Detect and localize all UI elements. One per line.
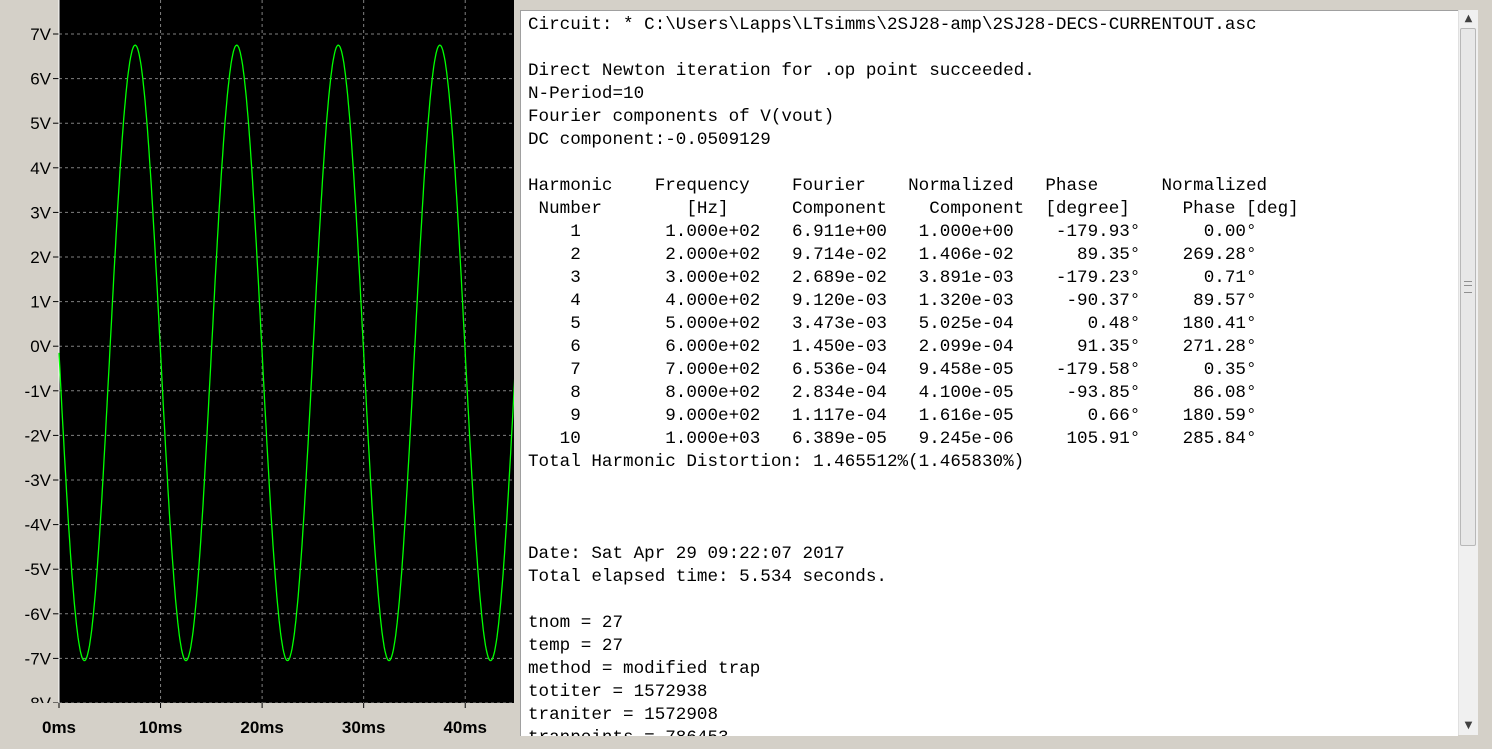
vertical-scrollbar[interactable]: ▲ ▼: [1458, 10, 1478, 735]
log-line: 5 5.000e+02 3.473e-03 5.025e-04 0.48° 18…: [528, 314, 1257, 334]
y-tick-label: -5V: [25, 560, 52, 579]
log-line: Circuit: * C:\Users\Lapps\LTsimms\2SJ28-…: [528, 15, 1257, 35]
log-line: N-Period=10: [528, 84, 645, 104]
log-line: Total elapsed time: 5.534 seconds.: [528, 567, 887, 587]
y-tick-label: 0V: [30, 337, 51, 356]
log-line: tranpoints = 786453: [528, 728, 729, 736]
y-tick-label: -7V: [25, 649, 52, 668]
log-text: Circuit: * C:\Users\Lapps\LTsimms\2SJ28-…: [528, 14, 1299, 736]
log-line: Date: Sat Apr 29 09:22:07 2017: [528, 544, 845, 564]
x-tick-label: 10ms: [139, 718, 182, 737]
y-tick-label: -4V: [25, 516, 52, 535]
y-tick-label: 6V: [30, 70, 51, 89]
scroll-up-arrow-icon[interactable]: ▲: [1459, 10, 1478, 28]
log-line: Direct Newton iteration for .op point su…: [528, 61, 1035, 81]
y-tick-label: -2V: [25, 426, 52, 445]
log-line: 9 9.000e+02 1.117e-04 1.616e-05 0.66° 18…: [528, 406, 1257, 426]
scroll-down-arrow-icon[interactable]: ▼: [1459, 717, 1478, 735]
log-line: Fourier components of V(vout): [528, 107, 835, 127]
log-line: Number [Hz] Component Component [degree]…: [528, 199, 1299, 219]
y-tick-label: 7V: [30, 25, 51, 44]
y-tick-label: 1V: [30, 293, 51, 312]
y-tick-label: 4V: [30, 159, 51, 178]
log-line: tnom = 27: [528, 613, 624, 633]
log-line: method = modified trap: [528, 659, 761, 679]
log-line: DC component:-0.0509129: [528, 130, 771, 150]
log-line: 3 3.000e+02 2.689e-02 3.891e-03 -179.23°…: [528, 268, 1257, 288]
log-line: 10 1.000e+03 6.389e-05 9.245e-06 105.91°…: [528, 429, 1257, 449]
y-tick-label: -6V: [25, 605, 52, 624]
log-line: traniter = 1572908: [528, 705, 719, 725]
x-tick-label: 0ms: [42, 718, 76, 737]
y-tick-label: 5V: [30, 114, 51, 133]
log-line: temp = 27: [528, 636, 624, 656]
log-line: 8 8.000e+02 2.834e-04 4.100e-05 -93.85° …: [528, 383, 1257, 403]
log-line: Harmonic Frequency Fourier Normalized Ph…: [528, 176, 1268, 196]
y-tick-label: -3V: [25, 471, 52, 490]
x-tick-label: 40ms: [443, 718, 486, 737]
log-line: 1 1.000e+02 6.911e+00 1.000e+00 -179.93°…: [528, 222, 1257, 242]
y-tick-label: 3V: [30, 203, 51, 222]
scrollbar-thumb[interactable]: [1460, 28, 1476, 546]
spice-error-log-window: Circuit: * C:\Users\Lapps\LTsimms\2SJ28-…: [514, 0, 1492, 749]
log-line: Total Harmonic Distortion: 1.465512%(1.4…: [528, 452, 1025, 472]
waveform-plot[interactable]: 7V6V5V4V3V2V1V0V-1V-2V-3V-4V-5V-6V-7V-8V…: [0, 0, 516, 749]
log-line: 2 2.000e+02 9.714e-02 1.406e-02 89.35° 2…: [528, 245, 1257, 265]
scrollbar-grip-icon: [1464, 281, 1472, 293]
plot-area[interactable]: [59, 0, 516, 749]
log-text-area[interactable]: Circuit: * C:\Users\Lapps\LTsimms\2SJ28-…: [520, 10, 1458, 736]
log-line: 7 7.000e+02 6.536e-04 9.458e-05 -179.58°…: [528, 360, 1257, 380]
log-line: 4 4.000e+02 9.120e-03 1.320e-03 -90.37° …: [528, 291, 1257, 311]
x-tick-label: 20ms: [240, 718, 283, 737]
y-tick-label: -1V: [25, 382, 52, 401]
waveform-plot-pane[interactable]: 7V6V5V4V3V2V1V0V-1V-2V-3V-4V-5V-6V-7V-8V…: [0, 0, 516, 749]
y-tick-label: 2V: [30, 248, 51, 267]
log-line: totiter = 1572938: [528, 682, 708, 702]
x-tick-label: 30ms: [342, 718, 385, 737]
log-line: 6 6.000e+02 1.450e-03 2.099e-04 91.35° 2…: [528, 337, 1257, 357]
